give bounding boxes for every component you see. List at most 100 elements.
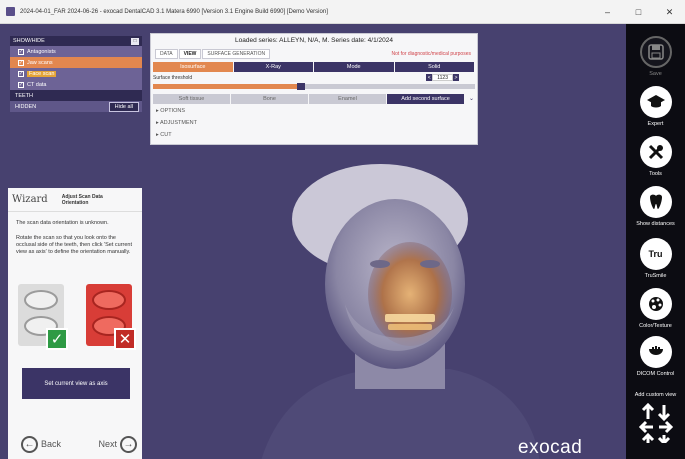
checkbox[interactable]: ✓ [18,81,24,88]
tool-label: Add custom view [634,392,677,398]
palette-glyph [648,297,663,311]
threshold-slider-fill [153,84,302,89]
enamel-button[interactable]: Enamel [309,94,387,104]
tool-label: Save [649,71,662,77]
wrong-view-shape [92,290,126,310]
wrench-icon [639,136,672,168]
tree-item-jaw-scans[interactable]: ✓ Jaw scans [10,57,142,68]
checkbox[interactable]: ✓ [18,59,24,66]
tree-item-label: Antagonists [27,48,56,55]
hide-all-button[interactable]: Hide all [108,101,139,112]
add-second-surface-button[interactable]: Add second surface [387,94,465,104]
save-tool[interactable]: Save [626,36,685,77]
wrench-glyph [648,144,663,160]
tree-group-hidden[interactable]: HIDDEN Hide all [10,101,142,112]
set-current-view-as-axis-button[interactable]: Set current view as axis [22,368,130,399]
show-distances-tool[interactable]: Show distances [626,186,685,227]
window-title: 2024-04-01_FAR 2024-06-26 - exocad Denta… [20,8,328,15]
render-xray-button[interactable]: X-Ray [233,62,314,72]
wizard-instructions: Rotate the scan so that you look onto th… [16,235,132,255]
trusmile-glyph: Tru [648,249,663,259]
section-label: ADJUSTMENT [160,120,197,126]
arrow-right-icon: → [120,435,137,453]
minimize-button[interactable]: – [592,0,623,24]
pin-icon[interactable]: □ [131,37,139,45]
add-custom-view-tool[interactable]: Add custom view [626,392,685,443]
tree-item-ct-data[interactable]: ✓ CT data [10,79,142,90]
soft-tissue-button[interactable]: Soft tissue [153,94,231,104]
next-label: Next [98,439,117,449]
save-icon [639,36,672,68]
checkbox[interactable]: ✓ [18,70,24,77]
tree-group-label: HIDDEN [15,103,37,110]
close-button[interactable]: ✕ [654,0,685,24]
save-icon-glyph [647,44,664,60]
threshold-slider-handle[interactable] [297,83,306,90]
ct-series-dialog: Loaded series: ALLEYN, N/A, M. Series da… [150,33,478,145]
wizard-panel: Wizard Adjust Scan Data Orientation The … [8,188,142,459]
color-texture-tool[interactable]: Color/Texture [626,288,685,329]
section-label: CUT [160,132,172,138]
view-arrows-icon [638,403,673,443]
tree-group-label: TEETH [15,92,34,99]
wizard-status-text: The scan data orientation is unknown. [16,220,109,226]
dicom-control-tool[interactable]: DICOM Control [626,336,685,377]
right-toolbar: Save Expert Tools Show distances Tru Tru… [626,24,685,459]
trusmile-icon: Tru [639,238,672,270]
occlusal-view-shape [24,290,58,310]
show-hide-panel: SHOW/HIDE □ ✓ Antagonists ✓ Jaw scans ✓ … [10,36,142,126]
trusmile-tool[interactable]: Tru TruSmile [626,238,685,279]
tooth-distance-icon [639,186,672,218]
correct-orientation-example: ✓ [18,284,68,350]
title-bar: 2024-04-01_FAR 2024-06-26 - exocad Denta… [0,0,685,24]
tooth-distance-glyph [649,194,662,209]
tree-item-antagonists[interactable]: ✓ Antagonists [10,46,142,57]
cross-icon: ✕ [114,328,136,350]
tools-tool[interactable]: Tools [626,136,685,177]
expert-tool[interactable]: Expert [626,86,685,127]
wrong-orientation-example: ✕ [86,284,136,350]
tab-surface-generation[interactable]: SURFACE GENERATION [202,49,271,59]
next-button[interactable]: Next → [98,435,140,453]
section-options[interactable]: ▸ OPTIONS [156,108,185,114]
tab-data[interactable]: DATA [155,49,178,59]
maximize-button[interactable]: □ [623,0,654,24]
chevron-down-icon[interactable]: ⌄ [469,95,474,102]
tool-label: Tools [649,171,662,177]
tool-label: TruSmile [644,273,667,279]
back-label: Back [41,439,62,449]
wizard-step-title: Adjust Scan Data Orientation [61,194,103,206]
exocad-logo: exocad [518,437,583,458]
section-adjustment[interactable]: ▸ ADJUSTMENT [156,120,197,126]
arrow-left-icon: ← [21,435,38,453]
tree-group-teeth[interactable]: TEETH [10,90,142,101]
show-hide-label: SHOW/HIDE [13,38,45,44]
checkbox[interactable]: ✓ [18,48,24,55]
tool-label: Show distances [636,221,675,227]
show-hide-header[interactable]: SHOW/HIDE □ [10,36,142,46]
wizard-title: Wizard [12,194,48,205]
graduation-cap-icon [639,86,672,118]
threshold-slider[interactable] [153,83,475,90]
threshold-value[interactable]: 1123 [432,74,453,81]
tree-item-label: Jaw scans [27,59,53,66]
back-button[interactable]: ← Back [18,435,62,453]
render-isosurface-button[interactable]: Isosurface [153,62,234,72]
tab-view[interactable]: VIEW [178,49,202,59]
tool-label: DICOM Control [636,371,675,377]
render-solid-button[interactable]: Solid [394,62,475,72]
graduation-cap-glyph [646,95,665,108]
render-mode-button[interactable]: Mode [314,62,395,72]
threshold-increase-button[interactable]: > [453,74,459,81]
palette-icon [639,288,672,320]
tool-label: Color/Texture [639,323,672,329]
section-cut[interactable]: ▸ CUT [156,132,172,138]
threshold-label: Surface threshold [153,75,193,81]
app-icon [6,7,15,16]
tree-item-face-scan[interactable]: ✓ Face scan [10,68,142,79]
bone-button[interactable]: Bone [231,94,309,104]
section-label: OPTIONS [160,108,186,114]
series-title: Loaded series: ALLEYN, N/A, M. Series da… [235,37,393,44]
tool-label: Expert [647,121,664,127]
threshold-stepper: < 1123 > [426,74,459,81]
